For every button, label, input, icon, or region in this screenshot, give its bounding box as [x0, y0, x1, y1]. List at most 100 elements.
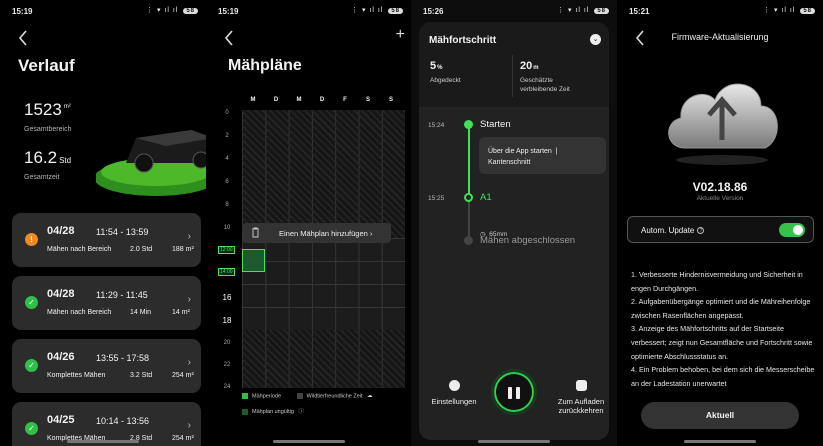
- hour-label: 24: [223, 384, 231, 390]
- check-icon: ✓: [25, 422, 38, 435]
- battery-badge: 58: [183, 8, 198, 14]
- gear-icon: [448, 380, 460, 391]
- help-icon[interactable]: ?: [697, 227, 705, 235]
- status-icons: ⋮ ▾ ıl ıl 58: [763, 6, 815, 14]
- record-area: 254 m²: [172, 435, 194, 442]
- firmware-version: V02.18.86: [692, 180, 748, 194]
- progress-summary: Mähfortschritt ⌄ 5% Abgedeckt 20m Geschä…: [419, 22, 609, 107]
- home-indicator: [67, 440, 139, 443]
- return-to-dock-button[interactable]: Zum Aufladen zurückkehren: [551, 380, 611, 415]
- record-duration: 3.2 Std: [130, 372, 153, 379]
- cloud-upload-icon: [668, 83, 778, 165]
- add-plan-icon[interactable]: +: [396, 26, 405, 44]
- progress-screen: 15:26 ⋮ ▾ ıl ıl 58 Mähfortschritt ⌄ 5% A…: [411, 0, 617, 446]
- status-icons: ⋮ ▾ ıl ıl 58: [351, 6, 403, 14]
- event-detail: Über die App starten | Kantenschnitt: [479, 137, 606, 174]
- up-to-date-button[interactable]: Aktuell: [641, 402, 799, 429]
- firmware-screen: 15:21 ⋮ ▾ ıl ıl 58 Firmware-Aktualisieru…: [617, 0, 823, 446]
- page-title: Verlauf: [18, 56, 75, 75]
- hour-label: 4: [225, 156, 229, 162]
- hour-label: 16: [222, 293, 232, 302]
- home-indicator: [684, 440, 756, 443]
- legend-swatch: [242, 408, 248, 415]
- pause-button[interactable]: [491, 369, 537, 415]
- mower-on-grass-image: [96, 130, 206, 196]
- legend-row: Mähplan ungültig ⓘ: [242, 407, 304, 415]
- record-area: 14 m²: [172, 309, 190, 316]
- record-date: 04/28: [47, 225, 75, 237]
- legend-label: Mähplan ungültig: [252, 409, 294, 415]
- remaining-value: 20m: [520, 60, 539, 72]
- hour-label: 20: [223, 340, 231, 346]
- history-record[interactable]: ✓ 04/28 11:29 - 11:45 Mähen nach Bereich…: [12, 276, 201, 330]
- home-icon: [575, 380, 587, 391]
- status-bar: 15:19 ⋮ ▾ ıl ıl 58: [206, 0, 411, 22]
- version-caption: Aktuelle Version: [696, 195, 744, 202]
- home-indicator: [272, 440, 345, 443]
- history-record[interactable]: ! 04/28 11:54 - 13:59 Mähen nach Bereich…: [12, 213, 201, 267]
- record-time: 10:14 - 13:56: [96, 416, 150, 426]
- legend-label: Mähperiode: [252, 393, 282, 400]
- timeline-done-dot: [464, 120, 473, 129]
- auto-update-label: Autom. Update?: [641, 226, 705, 235]
- total-time-value: 16.2 Std: [24, 148, 72, 167]
- schedule-grid[interactable]: [242, 110, 405, 388]
- covered-label: Abgedeckt: [430, 77, 461, 84]
- history-record[interactable]: ✓ 04/26 13:55 - 17:58 Komplettes Mähen 3…: [12, 339, 201, 393]
- animal-icon: ☁: [367, 393, 373, 400]
- status-icons: ⋮ ▾ ıl ıl 58: [146, 6, 198, 14]
- timeline-current-dot: [464, 193, 473, 202]
- weekday-label: D: [319, 97, 325, 103]
- status-time: 15:26: [423, 7, 444, 16]
- remaining-label: Geschätzte verbleibende Zeit: [520, 77, 570, 93]
- back-arrow-icon[interactable]: [220, 28, 240, 48]
- status-icons: ⋮ ▾ ıl ıl 58: [557, 6, 609, 14]
- event-label: A1: [480, 192, 492, 203]
- selection-end-tag: 14:00: [218, 268, 235, 276]
- legend-swatch: [296, 393, 303, 399]
- chevron-right-icon: ›: [187, 357, 191, 368]
- status-bar: 15:19 ⋮ ▾ ıl ıl 58: [0, 0, 206, 22]
- weekday-label: F: [343, 97, 347, 103]
- hour-label: 0: [225, 110, 229, 116]
- total-time-label: Gesamtzeit: [24, 174, 60, 181]
- add-plan-link[interactable]: Einen Mähplan hinzufügen ›: [279, 229, 372, 238]
- event-label: Starten: [480, 119, 511, 130]
- auto-update-toggle[interactable]: [779, 223, 805, 237]
- settings-button[interactable]: Einstellungen: [427, 380, 481, 406]
- event-label: Mähen abgeschlossen: [480, 235, 576, 246]
- covered-value: 5%: [430, 60, 443, 72]
- add-plan-tooltip[interactable]: Einen Mähplan hinzufügen ›: [242, 223, 391, 243]
- selection-start-tag: 12:00: [218, 246, 235, 254]
- event-time: 15:24: [428, 122, 445, 129]
- back-arrow-icon[interactable]: [14, 28, 34, 48]
- record-duration: 14 Min: [130, 309, 152, 316]
- selected-time-block[interactable]: [242, 249, 265, 272]
- battery-badge: 58: [594, 8, 609, 14]
- release-note: 4. Ein Problem behoben, bei dem sich die…: [631, 365, 815, 388]
- hour-label: 2: [225, 133, 229, 139]
- schedule-grid-open-area[interactable]: [242, 238, 405, 330]
- release-note: 2. Aufgabenübergänge optimiert und die M…: [631, 297, 811, 320]
- help-icon[interactable]: ⓘ: [298, 409, 304, 415]
- record-time: 13:55 - 17:58: [96, 353, 150, 363]
- chevron-right-icon: ›: [187, 420, 191, 431]
- chevron-down-icon[interactable]: ⌄: [590, 34, 601, 45]
- record-area: 254 m²: [172, 372, 194, 379]
- record-time: 11:29 - 11:45: [96, 290, 148, 300]
- home-indicator: [478, 440, 550, 443]
- status-bar: 15:26 ⋮ ▾ ıl ıl 58: [411, 0, 617, 22]
- legend-swatch: [242, 393, 248, 399]
- record-date: 04/25: [47, 414, 75, 426]
- battery-badge: 58: [800, 8, 815, 14]
- pause-icon: [508, 387, 512, 399]
- auto-update-row: Autom. Update?: [627, 216, 814, 243]
- hour-label: 18: [222, 316, 232, 325]
- weekday-label: S: [365, 97, 370, 103]
- status-time: 15:19: [218, 7, 239, 16]
- hour-label: 10: [223, 225, 231, 231]
- trash-icon[interactable]: [251, 227, 260, 238]
- legend-row: Mähperiode Wildtierfreundliche Zeit ☁: [242, 393, 373, 399]
- check-icon: ✓: [25, 296, 38, 309]
- record-date: 04/28: [47, 288, 75, 300]
